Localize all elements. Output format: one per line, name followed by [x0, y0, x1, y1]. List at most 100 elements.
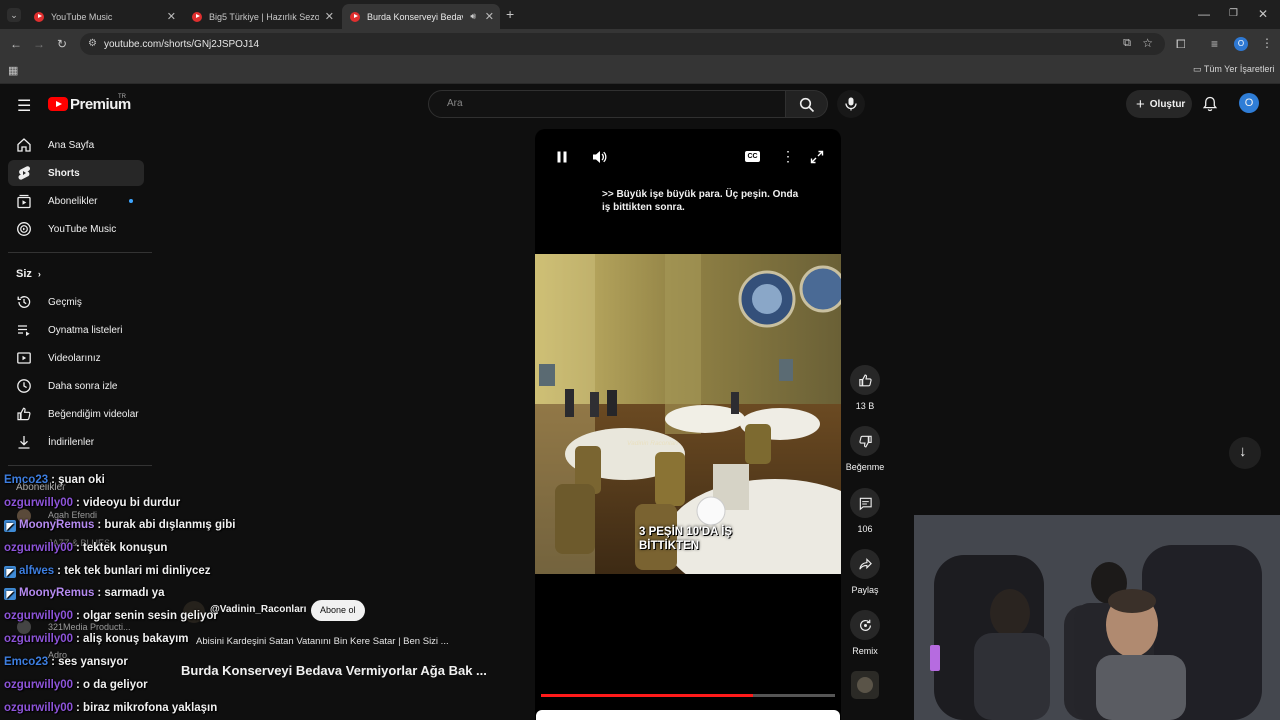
chat-badge-icon: ◤ — [4, 520, 16, 532]
sidebar-item-youtube-music[interactable]: YouTube Music — [8, 216, 144, 242]
sidebar-item-home[interactable]: Ana Sayfa — [8, 132, 144, 158]
chat-text: : aliş konuş bakayım — [76, 633, 189, 645]
hamburger-menu-icon[interactable]: ☰ — [17, 96, 31, 116]
forward-icon[interactable]: → — [33, 38, 45, 50]
dislike-button[interactable]: Beğenme — [843, 426, 887, 472]
youtube-logo-icon[interactable] — [48, 97, 68, 111]
comments-button[interactable]: 106 — [849, 488, 881, 534]
chat-message: ◤ alfwes: tek tek bunlari mi dinliycez — [4, 565, 211, 578]
extensions-icon[interactable]: ⧠ — [1176, 38, 1186, 50]
like-button[interactable]: 13 B — [849, 365, 881, 411]
new-tab-icon[interactable]: + — [506, 7, 514, 21]
audio-track-thumbnail[interactable] — [851, 671, 879, 699]
back-icon[interactable]: ← — [10, 38, 22, 50]
chat-message: ◤ MoonyRemus: burak abi dışlanmış gibi — [4, 519, 235, 532]
youtube-music-icon — [17, 222, 31, 236]
search-button[interactable] — [786, 90, 828, 118]
sidebar-item-history[interactable]: Geçmiş — [8, 289, 144, 315]
tab-youtube-music[interactable]: YouTube Music ✕ — [26, 4, 182, 29]
all-bookmarks-button[interactable]: ▭ Tüm Yer İşaretleri — [1193, 64, 1274, 75]
remix-button[interactable]: Remix — [849, 610, 881, 656]
chat-message: ozgurwilly00: tektek konuşun — [4, 542, 167, 554]
sidebar-item-label: Daha sonra izle — [48, 380, 118, 392]
address-bar[interactable]: ⚙ youtube.com/shorts/GNj2JSPOJ14 ⧉ ☆ — [80, 33, 1165, 55]
share-button[interactable]: Paylaş — [845, 549, 885, 595]
comments-icon-wrap — [850, 488, 880, 518]
next-short-preview[interactable] — [536, 710, 840, 720]
sidebar-item-subscriptions[interactable]: Abonelikler — [8, 188, 144, 214]
comment-icon — [859, 497, 872, 510]
next-short-button[interactable]: ↓ — [1229, 437, 1261, 469]
sidebar-item-downloads[interactable]: İndirilenler — [8, 429, 144, 455]
tab-title: YouTube Music — [51, 11, 113, 22]
create-label: Oluştur — [1149, 98, 1186, 110]
youtube-favicon-icon — [350, 11, 360, 22]
subtitle-line-1: 3 PEŞİN 10'DA İŞ — [639, 526, 733, 538]
chat-username: alfwes — [19, 565, 55, 577]
chat-text: : tektek konuşun — [76, 542, 168, 554]
remix-icon-wrap — [850, 610, 880, 640]
pause-icon[interactable] — [555, 150, 569, 164]
sidebar-item-shorts[interactable]: Shorts — [8, 160, 144, 186]
shorts-player[interactable]: CC ⋮ >> Büyük işe büyük para. Üç peşin. … — [535, 129, 841, 720]
sidebar-item-label: Shorts — [48, 167, 80, 179]
subscribe-button[interactable]: Abone ol — [311, 600, 365, 621]
search-input[interactable]: Ara — [428, 90, 786, 118]
youtube-favicon-icon — [192, 11, 202, 22]
sidebar-item-liked-videos[interactable]: Beğendiğim videolar — [8, 401, 144, 427]
browser-tab-bar: ⌄ YouTube Music ✕ Big5 Türkiye | Hazırlı… — [0, 0, 1280, 29]
video-title[interactable]: Burda Konserveyi Bedava Vermiyorlar Ağa … — [181, 663, 487, 678]
sidebar-item-label: İndirilenler — [48, 436, 95, 448]
window-close-icon[interactable]: ✕ — [1258, 8, 1268, 20]
tab-current-short[interactable]: Burda Konserveyi Bedava Ve 🔊︎ ✕ — [342, 4, 500, 29]
you-section-heading[interactable]: Siz › — [16, 268, 41, 280]
volume-icon[interactable] — [591, 149, 607, 165]
close-tab-icon[interactable]: ✕ — [485, 10, 494, 23]
notifications-bell-icon[interactable] — [1202, 96, 1218, 112]
progress-bar[interactable] — [541, 694, 835, 697]
tab-big5[interactable]: Big5 Türkiye | Hazırlık Sezonu 1 ✕ — [184, 4, 340, 29]
remix-icon — [859, 619, 871, 631]
sidebar-item-your-videos[interactable]: Videolarınız — [8, 345, 144, 371]
sidebar-item-watch-later[interactable]: Daha sonra izle — [8, 373, 144, 399]
site-info-icon[interactable]: ⚙ — [88, 38, 97, 49]
sidebar-item-playlists[interactable]: Oynatma listeleri — [8, 317, 144, 343]
sidebar-item-label: Beğendiğim videolar — [48, 408, 139, 420]
apps-grid-icon[interactable]: ▦ — [8, 65, 18, 77]
voice-search-button[interactable] — [837, 90, 865, 118]
chat-text: : şuan oki — [51, 474, 105, 486]
chat-username: MoonyRemus — [19, 519, 95, 531]
audio-disc — [857, 677, 873, 693]
captions-icon[interactable]: CC — [745, 151, 760, 162]
video-frame[interactable]: Vadinin Raconları 3 PEŞİN 10'DA İŞ BİTTİ… — [535, 254, 841, 574]
channel-handle[interactable]: @Vadinin_Raconları — [210, 604, 306, 615]
tab-audio-icon[interactable]: 🔊︎ — [470, 11, 476, 22]
bookmark-bar: ▦ ▭ Tüm Yer İşaretleri — [0, 59, 1280, 84]
sidebar-divider — [8, 465, 152, 466]
media-control-icon[interactable]: ≡ — [1211, 38, 1218, 50]
chat-username: ozgurwilly00 — [4, 542, 74, 554]
account-avatar[interactable]: O — [1239, 93, 1259, 113]
sidebar-item-label: Ana Sayfa — [48, 139, 95, 151]
sidebar-divider — [8, 252, 152, 253]
arrow-down-icon: ↓ — [1239, 443, 1247, 460]
close-tab-icon[interactable]: ✕ — [167, 10, 176, 23]
chat-username: ozgurwilly00 — [4, 633, 74, 645]
minimize-icon[interactable]: — — [1198, 8, 1210, 20]
chat-message: ozgurwilly00: o da geliyor — [4, 679, 148, 691]
create-button[interactable]: + Oluştur — [1126, 90, 1192, 118]
tab-search-icon[interactable]: ⌄ — [7, 8, 21, 22]
profile-avatar[interactable]: O — [1234, 37, 1248, 51]
fullscreen-icon[interactable] — [810, 150, 824, 164]
restore-icon[interactable]: ❐ — [1229, 8, 1238, 20]
reload-icon[interactable]: ↻ — [57, 38, 67, 50]
bookmark-star-icon[interactable]: ☆ — [1142, 36, 1153, 50]
subtitle-line-2: BİTTİKTEN — [639, 540, 700, 552]
install-app-icon[interactable]: ⧉ — [1123, 37, 1131, 50]
close-tab-icon[interactable]: ✕ — [325, 10, 334, 23]
video-description[interactable]: Abisini Kardeşini Satan Vatanını Bin Ker… — [196, 636, 449, 647]
subscription-channel[interactable]: 321Media Producti... — [48, 622, 131, 632]
browser-menu-icon[interactable]: ⋮ — [1261, 37, 1273, 49]
tab-title: Big5 Türkiye | Hazırlık Sezonu 1 — [209, 11, 319, 22]
more-options-icon[interactable]: ⋮ — [781, 148, 795, 165]
